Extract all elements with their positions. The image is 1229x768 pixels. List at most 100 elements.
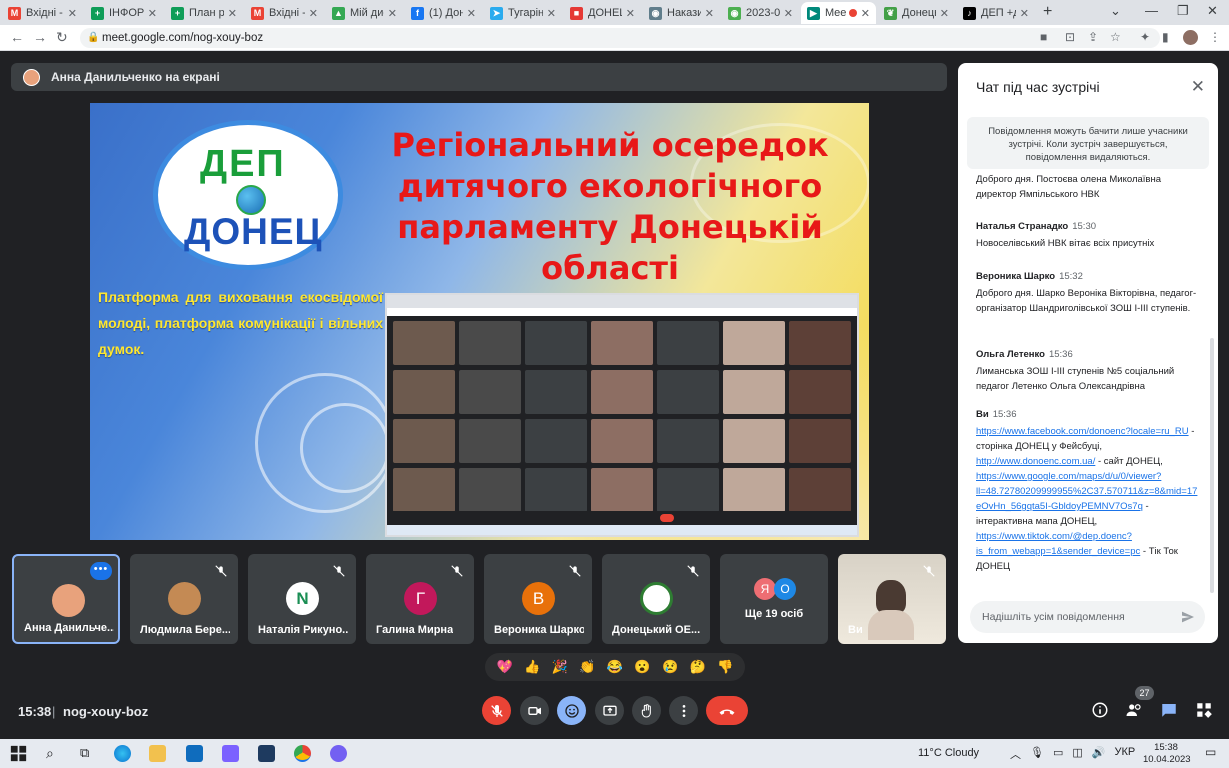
present-screen-button[interactable] <box>595 696 624 725</box>
browser-tab[interactable]: ▲ Мій дис ✕ <box>326 2 403 24</box>
tab-close-icon[interactable]: ✕ <box>784 7 793 20</box>
reaction-emoji-button[interactable]: 💖 <box>495 657 515 677</box>
browser-tab[interactable]: ■ ДОНЕЦ ✕ <box>564 2 641 24</box>
tab-search-icon[interactable]: ⌄ <box>1110 3 1121 19</box>
close-chat-icon[interactable]: ✕ <box>1191 77 1205 97</box>
facebook-link[interactable]: https://www.facebook.com/donoenc?locale=… <box>976 426 1189 437</box>
tab-close-icon[interactable]: ✕ <box>388 7 397 20</box>
reactions-button[interactable] <box>557 696 586 725</box>
leave-call-button[interactable] <box>706 696 748 725</box>
taskbar-clock[interactable]: 15:38 10.04.2023 <box>1143 742 1191 766</box>
tab-close-icon[interactable]: ✕ <box>467 7 476 20</box>
tab-close-icon[interactable]: ✕ <box>940 7 949 20</box>
camera-icon[interactable]: ■ <box>1040 30 1047 44</box>
mail-icon[interactable] <box>186 745 203 762</box>
tab-close-icon[interactable]: ✕ <box>309 7 318 20</box>
participant-tile[interactable]: Донецький ОЕ... <box>602 554 710 644</box>
chat-messages[interactable]: Доброго дня. Постоєва олена Миколаївна д… <box>958 171 1210 599</box>
tab-close-icon[interactable]: ✕ <box>228 7 237 20</box>
windows-start-icon[interactable] <box>10 745 27 762</box>
reload-icon[interactable]: ↻ <box>56 29 68 46</box>
new-tab-button[interactable]: + <box>1043 3 1052 21</box>
participant-tile[interactable]: N Наталія Рикуно... <box>248 554 356 644</box>
browser-tab[interactable]: ◉ Накази ✕ <box>643 2 720 24</box>
back-icon[interactable]: ← <box>10 29 24 45</box>
microphone-toggle-button[interactable] <box>482 696 511 725</box>
microphone-tray-icon[interactable]: 🎙 <box>1030 746 1044 762</box>
site-link[interactable]: http://www.donoenc.com.ua/ <box>976 456 1095 467</box>
close-window-button[interactable]: ✕ <box>1207 3 1218 19</box>
url-input[interactable]: 🔒 meet.google.com/nog-xouy-boz <box>80 28 1160 48</box>
tab-close-icon[interactable]: ✕ <box>1020 7 1029 20</box>
tiktok-link[interactable]: https://www.tiktok.com/@dep.doenc?is_fro… <box>976 531 1140 557</box>
forward-icon[interactable]: → <box>33 29 47 45</box>
defender-icon[interactable] <box>258 745 275 762</box>
bookmark-star-icon[interactable]: ☆ <box>1110 30 1121 44</box>
browser-tab[interactable]: ♪ ДЕП +до ✕ <box>957 2 1035 24</box>
browser-tab[interactable]: ◉ 2023-03 ✕ <box>722 2 799 24</box>
task-view-icon[interactable]: ⧉ <box>80 745 97 762</box>
file-explorer-icon[interactable] <box>149 745 166 762</box>
chat-message-input[interactable]: Надішліть усім повідомлення <box>970 601 1205 633</box>
battery-icon[interactable]: ▭ <box>1053 746 1063 762</box>
volume-icon[interactable]: 🔊 <box>1092 746 1106 762</box>
profile-avatar[interactable] <box>1183 30 1198 45</box>
more-options-button[interactable] <box>669 696 698 725</box>
extensions-icon[interactable]: ✦ <box>1140 30 1150 44</box>
browser-tab[interactable]: f (1) Доне ✕ <box>405 2 482 24</box>
reaction-emoji-button[interactable]: 👏 <box>577 657 597 677</box>
reaction-emoji-button[interactable]: 🎉 <box>550 657 570 677</box>
side-panel-icon[interactable]: ▮ <box>1162 30 1169 44</box>
app-icon-p[interactable] <box>222 745 239 762</box>
translate-icon[interactable]: ⊡ <box>1065 30 1075 44</box>
menu-kebab-icon[interactable]: ⋮ <box>1209 30 1221 44</box>
activities-icon[interactable] <box>1195 701 1213 719</box>
reaction-emoji-button[interactable]: 👍 <box>522 657 542 677</box>
chat-scrollbar[interactable] <box>1210 338 1214 593</box>
map-link[interactable]: https://www.google.com/maps/d/u/0/viewer… <box>976 471 1197 512</box>
tab-close-icon[interactable]: ✕ <box>68 7 77 20</box>
search-icon[interactable]: ⌕ <box>46 745 63 762</box>
browser-tab[interactable]: + ІНФОРМ ✕ <box>85 2 163 24</box>
raise-hand-button[interactable] <box>632 696 661 725</box>
tab-close-icon[interactable]: ✕ <box>547 7 556 20</box>
reaction-emoji-button[interactable]: 👎 <box>715 657 735 677</box>
tab-close-icon[interactable]: ✕ <box>705 7 714 20</box>
reaction-emoji-button[interactable]: 😢 <box>660 657 680 677</box>
meeting-info-icon[interactable] <box>1091 701 1109 719</box>
reaction-emoji-button[interactable]: 😂 <box>605 657 625 677</box>
notifications-icon[interactable]: ▭ <box>1205 745 1222 762</box>
participant-tile[interactable]: Людмила Бере... <box>130 554 238 644</box>
browser-tab[interactable]: M Вхідні - ✕ <box>245 2 324 24</box>
participant-tile[interactable]: Г Галина Мирна <box>366 554 474 644</box>
camera-toggle-button[interactable] <box>520 696 549 725</box>
chrome-icon[interactable] <box>294 745 311 762</box>
tab-close-icon[interactable]: ✕ <box>861 7 870 20</box>
tab-close-icon[interactable]: ✕ <box>626 7 635 20</box>
browser-tab[interactable]: ❦ Донець ✕ <box>878 2 955 24</box>
tray-chevron-icon[interactable]: ︿ <box>1010 746 1021 762</box>
more-participants-tile[interactable]: Я О Ще 19 осіб <box>720 554 828 644</box>
self-video-tile[interactable]: Ви <box>838 554 946 644</box>
weather-widget[interactable]: 11°C Cloudy <box>918 747 979 759</box>
viber-icon[interactable] <box>330 745 347 762</box>
browser-tab[interactable]: ➤ Тугаріна ✕ <box>484 2 562 24</box>
language-indicator[interactable]: УКР <box>1114 746 1135 762</box>
minimize-button[interactable]: — <box>1145 3 1158 18</box>
edge-icon[interactable] <box>114 745 131 762</box>
network-icon[interactable]: ◫ <box>1072 746 1082 762</box>
browser-tab[interactable]: + План ро ✕ <box>165 2 243 24</box>
tile-more-options-button[interactable]: ••• <box>90 562 112 580</box>
send-icon[interactable] <box>1180 609 1196 625</box>
reaction-emoji-button[interactable]: 🤔 <box>688 657 708 677</box>
participant-tile[interactable]: ••• Анна Данильче... <box>12 554 120 644</box>
browser-tab[interactable]: M Вхідні - ✕ <box>2 2 83 24</box>
maximize-button[interactable]: ❐ <box>1177 3 1189 19</box>
participant-tile[interactable]: В Вероника Шарко <box>484 554 592 644</box>
tab-close-icon[interactable]: ✕ <box>148 7 157 20</box>
browser-tab[interactable]: ▶ Mee ✕ <box>801 2 876 24</box>
reaction-emoji-button[interactable]: 😮 <box>633 657 653 677</box>
share-icon[interactable]: ⇪ <box>1088 30 1098 44</box>
people-icon[interactable] <box>1125 701 1143 719</box>
chat-icon[interactable] <box>1160 701 1178 719</box>
